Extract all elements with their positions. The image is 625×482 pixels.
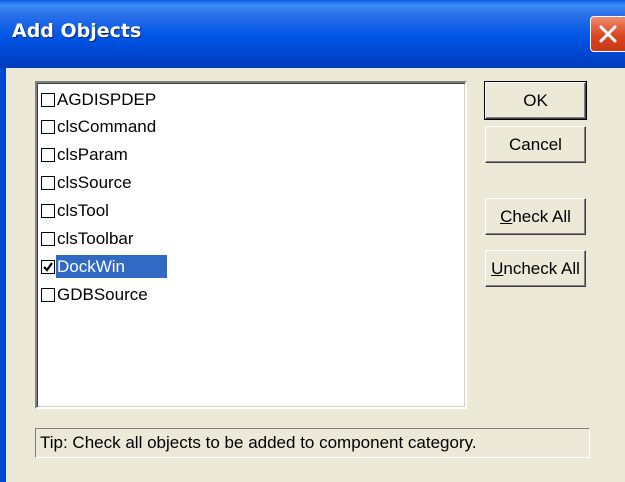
ok-button[interactable]: OK (484, 81, 587, 120)
list-item-agdispdep[interactable]: AGDISPDEP (41, 86, 159, 113)
add-objects-dialog: Add Objects AGDISPDEP clsCommand clsPara… (0, 0, 625, 482)
checkbox[interactable] (41, 231, 55, 246)
list-item-clstool[interactable]: clsTool (41, 197, 112, 224)
list-item-clssource[interactable]: clsSource (41, 169, 135, 196)
checkbox[interactable] (41, 287, 55, 302)
checkbox[interactable] (41, 175, 55, 190)
close-button[interactable] (590, 16, 625, 52)
close-icon (599, 25, 617, 43)
list-item-clstoolbar[interactable]: clsToolbar (41, 225, 137, 252)
cancel-button-label: Cancel (509, 134, 562, 154)
list-item-clscommand[interactable]: clsCommand (41, 113, 159, 140)
check-all-button[interactable]: Check All (485, 198, 586, 235)
check-all-label: Check All (500, 207, 571, 227)
list-item-gdbsource[interactable]: GDBSource (41, 281, 151, 308)
objects-listbox[interactable]: AGDISPDEP clsCommand clsParam clsSource … (35, 81, 467, 409)
title-bar[interactable]: Add Objects (0, 0, 625, 68)
list-item-label: clsSource (57, 173, 132, 192)
checkbox[interactable] (41, 92, 55, 107)
list-item-dockwin[interactable]: DockWin (41, 253, 168, 280)
list-item-label: clsParam (57, 145, 128, 164)
checkbox[interactable] (41, 119, 55, 134)
checkbox[interactable] (41, 147, 55, 162)
window-frame-left (0, 68, 6, 482)
list-item-label: AGDISPDEP (57, 90, 157, 109)
ok-button-label: OK (523, 90, 548, 110)
checkmark-icon (43, 261, 53, 272)
checkbox[interactable] (41, 203, 55, 218)
label-rest: ncheck All (503, 258, 580, 278)
uncheck-all-button[interactable]: Uncheck All (485, 250, 586, 287)
window-title: Add Objects (12, 20, 142, 42)
accelerator-key: U (491, 258, 504, 278)
list-item-clsparam[interactable]: clsParam (41, 141, 131, 168)
uncheck-all-label: Uncheck All (491, 259, 580, 279)
list-item-label: clsToolbar (57, 229, 134, 248)
checkbox-checked[interactable] (41, 259, 55, 274)
accelerator-key: C (500, 206, 513, 226)
tip-text: Tip: Check all objects to be added to co… (35, 428, 590, 458)
list-item-label: GDBSource (57, 285, 148, 304)
list-item-label: clsTool (57, 201, 109, 220)
list-item-label: DockWin (56, 255, 168, 278)
list-item-label: clsCommand (57, 117, 157, 136)
cancel-button[interactable]: Cancel (485, 126, 586, 163)
label-rest: heck All (512, 206, 571, 226)
